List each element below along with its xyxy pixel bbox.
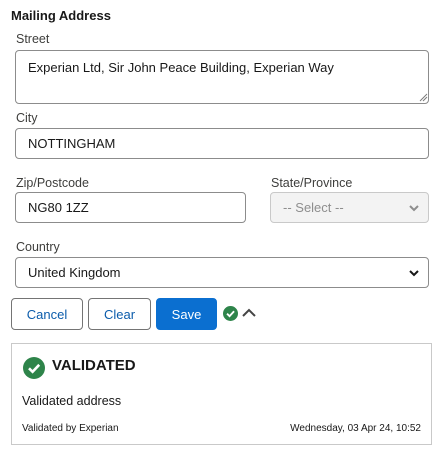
clear-button[interactable]: Clear: [88, 298, 151, 330]
check-circle-icon: [23, 357, 45, 379]
city-input[interactable]: [15, 128, 429, 159]
country-select-value: United Kingdom: [28, 265, 121, 280]
validation-timestamp: Wednesday, 03 Apr 24, 10:52: [290, 423, 421, 434]
chevron-up-icon[interactable]: [241, 306, 257, 320]
check-circle-icon: [223, 306, 238, 321]
state-select-value: -- Select --: [283, 200, 344, 215]
state-select: -- Select --: [270, 192, 429, 223]
zip-input[interactable]: [15, 192, 246, 223]
resize-handle-icon[interactable]: [418, 92, 428, 102]
save-button[interactable]: Save: [156, 298, 217, 330]
section-title: Mailing Address: [11, 8, 111, 23]
chevron-down-icon: [409, 269, 419, 276]
country-select[interactable]: United Kingdom: [15, 257, 429, 288]
validation-panel: VALIDATED Validated address Validated by…: [11, 343, 432, 445]
validation-message: Validated address: [22, 394, 122, 408]
validation-provider: Validated by Experian: [22, 423, 119, 434]
street-input[interactable]: Experian Ltd, Sir John Peace Building, E…: [15, 50, 429, 104]
state-label: State/Province: [271, 176, 353, 190]
street-label: Street: [16, 32, 50, 46]
city-label: City: [16, 111, 38, 125]
cancel-button[interactable]: Cancel: [11, 298, 83, 330]
chevron-down-icon: [409, 204, 419, 211]
country-label: Country: [16, 240, 60, 254]
validation-title: VALIDATED: [52, 357, 136, 374]
zip-label: Zip/Postcode: [16, 176, 89, 190]
